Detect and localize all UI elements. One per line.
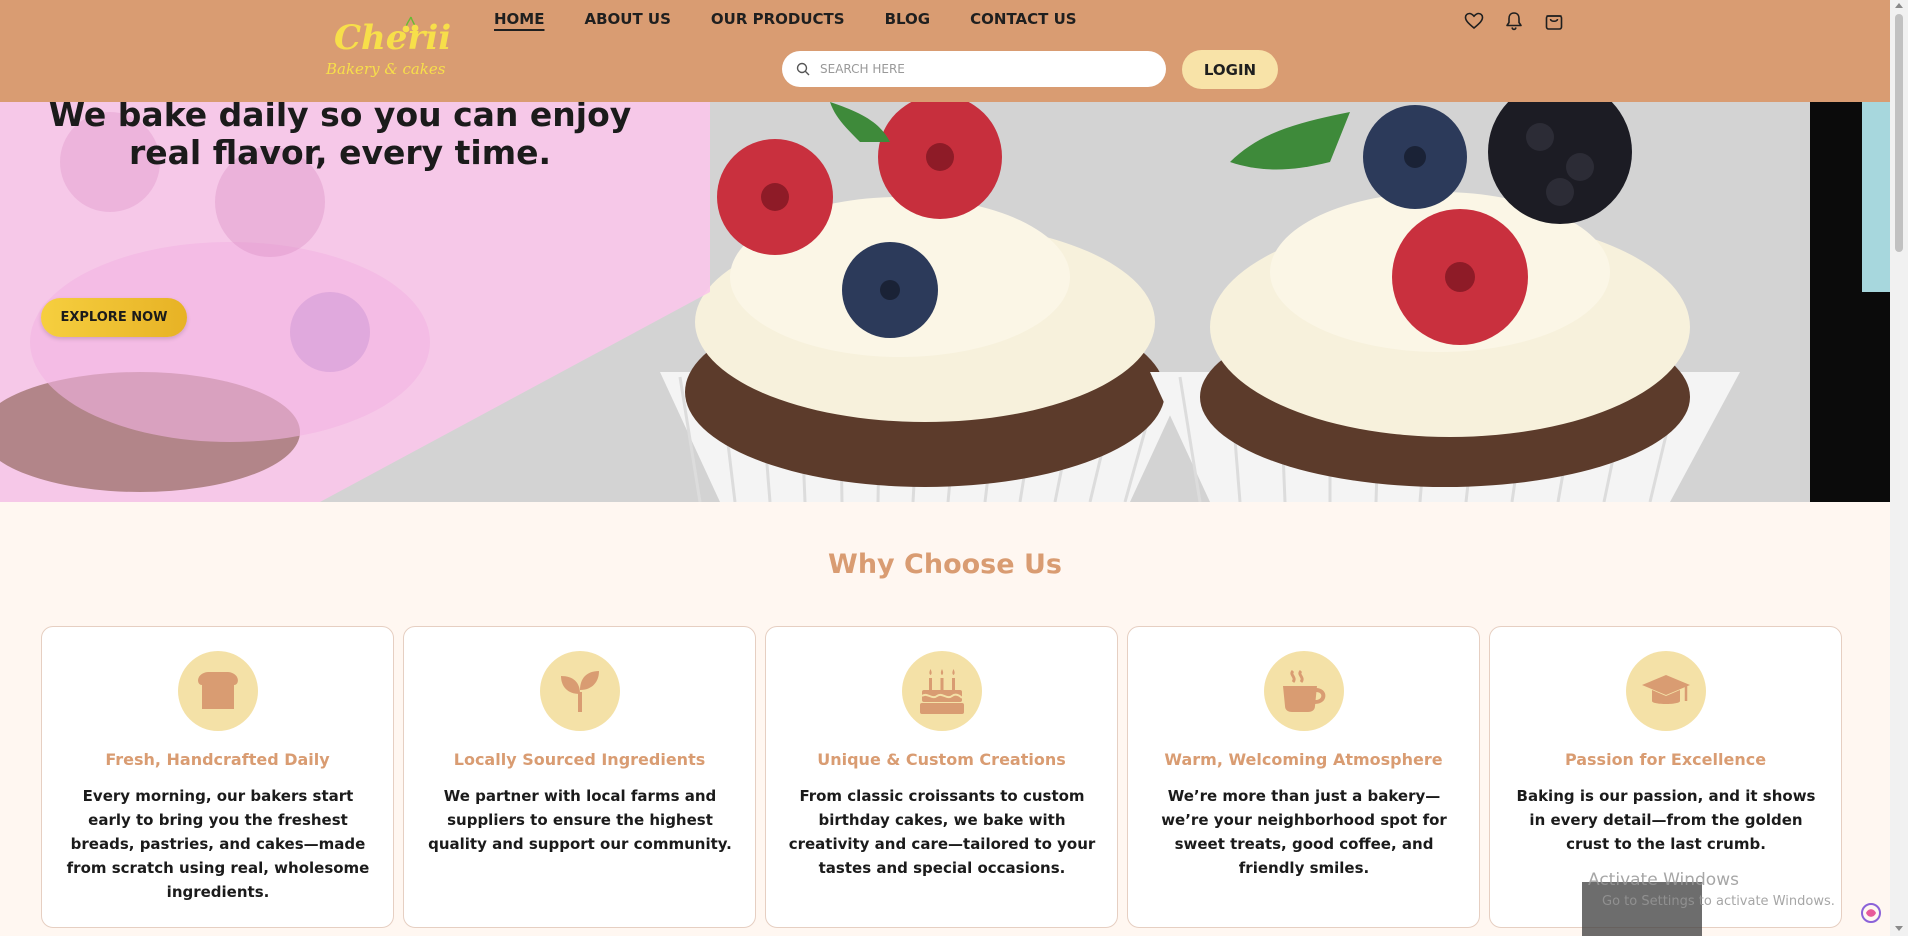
windows-activation-watermark: Activate Windows Go to Settings to activ… [1588,870,1835,909]
brand-name: Cherii [334,18,452,58]
feature-card: Unique & Custom Creations From classic c… [765,626,1118,928]
search-input[interactable] [820,62,1140,76]
feature-title: Passion for Excellence [1564,750,1767,769]
birthday-cake-icon [902,651,982,731]
login-button[interactable]: LOGIN [1182,50,1278,89]
main-nav: HOME ABOUT US OUR PRODUCTS BLOG CONTACT … [494,10,1077,28]
feature-description: From classic croissants to custom birthd… [788,787,1096,877]
nav-our-products[interactable]: OUR PRODUCTS [711,10,845,28]
feature-title: Warm, Welcoming Atmosphere [1164,750,1443,769]
site-header: Cherii Bakery & cakes HOME ABOUT US OUR … [0,0,1890,102]
seedling-icon [540,651,620,731]
nav-home[interactable]: HOME [494,10,544,28]
coffee-cup-icon [1264,651,1344,731]
feature-description: Every morning, our bakers start early to… [66,787,370,901]
header-icons [1464,11,1564,31]
feature-title: Fresh, Handcrafted Daily [105,750,330,769]
feature-description: We partner with local farms and supplier… [428,787,732,853]
feature-card: Warm, Welcoming Atmosphere We’re more th… [1127,626,1480,928]
hero-banner: We bake daily so you can enjoy real flav… [0,102,1890,502]
nav-contact-us[interactable]: CONTACT US [970,10,1076,28]
graduation-cap-icon [1626,651,1706,731]
heart-icon[interactable] [1464,11,1484,31]
nav-blog[interactable]: BLOG [885,10,931,28]
features-list: Fresh, Handcrafted Daily Every morning, … [41,626,1842,928]
search-bar[interactable] [782,51,1166,87]
shopping-bag-icon[interactable] [1544,11,1564,31]
hero-headline: We bake daily so you can enjoy real flav… [0,102,680,172]
feature-card: Fresh, Handcrafted Daily Every morning, … [41,626,394,928]
brand-logo[interactable]: Cherii Bakery & cakes [322,16,451,86]
explore-now-button[interactable]: EXPLORE NOW [41,298,187,337]
bread-icon [178,651,258,731]
bell-icon[interactable] [1504,11,1524,31]
scroll-down-arrow-icon[interactable] [1895,926,1903,931]
page-scrollbar[interactable] [1890,0,1908,936]
brand-tagline: Bakery & cakes [326,60,446,78]
assistant-icon[interactable] [1860,902,1882,924]
cherry-icon [402,16,419,33]
hero-headline-line1: We bake daily so you can enjoy [48,102,632,134]
search-icon [796,62,810,76]
feature-title: Locally Sourced Ingredients [453,750,706,769]
watermark-title: Activate Windows [1588,870,1739,890]
nav-about-us[interactable]: ABOUT US [584,10,670,28]
scrollbar-thumb[interactable] [1895,14,1903,252]
feature-card: Locally Sourced Ingredients We partner w… [403,626,756,928]
feature-description: Baking is our passion, and it shows in e… [1516,787,1816,853]
feature-description: We’re more than just a bakery—we’re your… [1161,787,1447,877]
watermark-subtitle: Go to Settings to activate Windows. [1602,894,1835,909]
hero-headline-line2: real flavor, every time. [128,133,552,172]
feature-title: Unique & Custom Creations [817,750,1066,769]
section-title: Why Choose Us [828,549,1062,580]
scroll-up-arrow-icon[interactable] [1895,3,1903,8]
